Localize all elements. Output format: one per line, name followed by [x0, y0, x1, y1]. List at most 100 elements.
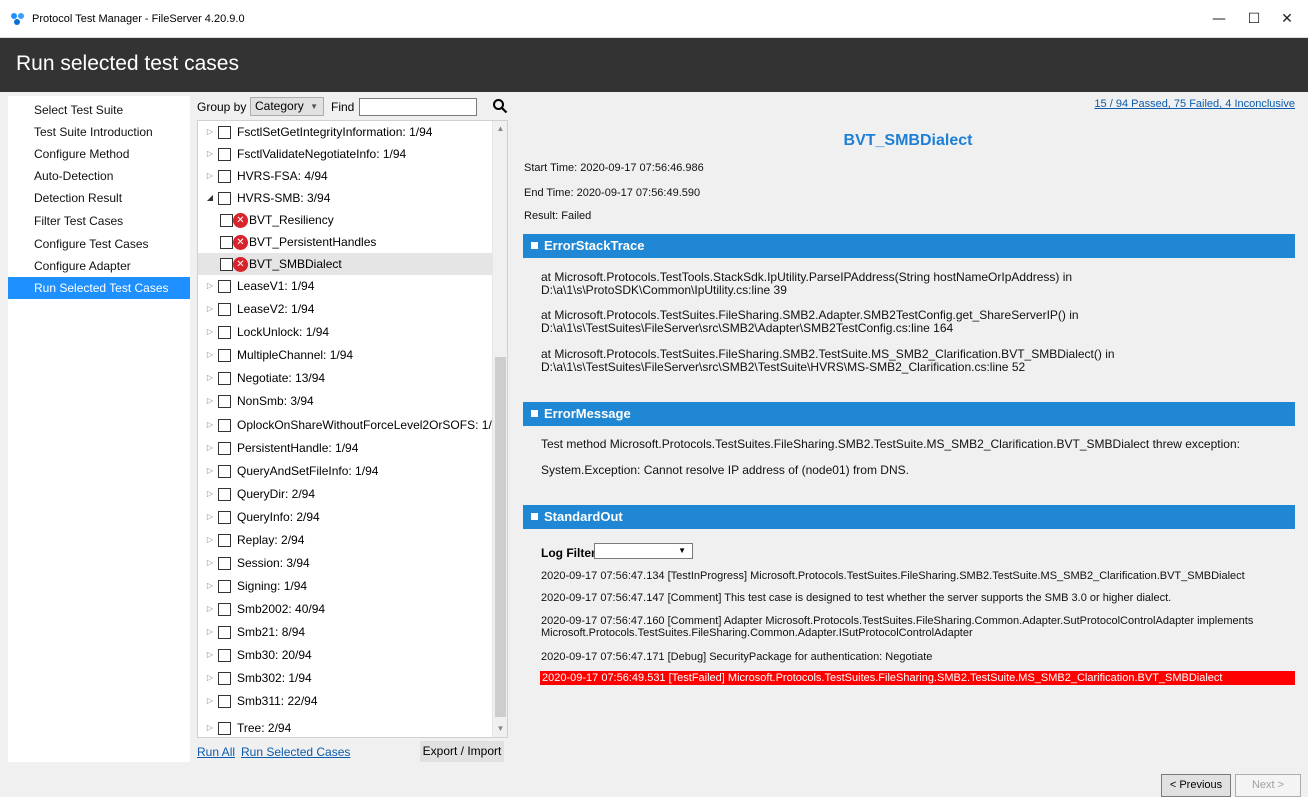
- expand-icon[interactable]: ▷: [205, 121, 215, 143]
- expand-icon[interactable]: ▷: [205, 165, 215, 187]
- checkbox[interactable]: [218, 465, 231, 478]
- tree-item[interactable]: ▷ PersistentHandle: 1/94: [198, 437, 493, 459]
- sidebar-item-auto-detection[interactable]: Auto-Detection: [8, 165, 190, 187]
- expand-icon[interactable]: ▷: [205, 483, 215, 505]
- expand-icon[interactable]: ▷: [205, 598, 215, 620]
- previous-button[interactable]: < Previous: [1161, 774, 1231, 797]
- checkbox[interactable]: [218, 511, 231, 524]
- tree-item-test-case[interactable]: ✕ BVT_PersistentHandles: [198, 231, 493, 253]
- export-import-button[interactable]: Export / Import: [420, 741, 504, 762]
- checkbox[interactable]: [218, 695, 231, 708]
- expand-icon[interactable]: ▷: [205, 575, 215, 597]
- expand-icon[interactable]: ▷: [205, 367, 215, 389]
- expand-icon[interactable]: ▷: [205, 390, 215, 412]
- run-all-link[interactable]: Run All: [197, 745, 235, 759]
- checkbox[interactable]: [220, 258, 233, 271]
- sidebar-item-detection-result[interactable]: Detection Result: [8, 187, 190, 209]
- tree-item[interactable]: ▷ LeaseV2: 1/94: [198, 298, 493, 320]
- tree-item[interactable]: ▷ QueryInfo: 2/94: [198, 506, 493, 528]
- checkbox[interactable]: [218, 126, 231, 139]
- tree-item[interactable]: ▷ NonSmb: 3/94: [198, 390, 493, 412]
- checkbox[interactable]: [218, 372, 231, 385]
- expand-icon[interactable]: ▷: [205, 344, 215, 366]
- checkbox[interactable]: [218, 170, 231, 183]
- checkbox[interactable]: [218, 419, 231, 432]
- next-button[interactable]: Next >: [1235, 774, 1301, 797]
- scroll-down-icon[interactable]: ▼: [493, 721, 507, 737]
- checkbox[interactable]: [218, 442, 231, 455]
- tree-item[interactable]: ▷ LockUnlock: 1/94: [198, 321, 493, 343]
- tree-item[interactable]: ▷ Signing: 1/94: [198, 575, 493, 597]
- section-standard-out[interactable]: StandardOut: [523, 505, 1295, 529]
- tree-item[interactable]: ▷ QueryAndSetFileInfo: 1/94: [198, 460, 493, 482]
- tree-item[interactable]: ▷ Smb2002: 40/94: [198, 598, 493, 620]
- expand-icon[interactable]: ▷: [205, 667, 215, 689]
- tree-item[interactable]: ▷ MultipleChannel: 1/94: [198, 344, 493, 366]
- tree-item[interactable]: ▷ Smb30: 20/94: [198, 644, 493, 666]
- checkbox[interactable]: [220, 236, 233, 249]
- tree-item[interactable]: ▷ Smb302: 1/94: [198, 667, 493, 689]
- result-summary-link[interactable]: 15 / 94 Passed, 75 Failed, 4 Inconclusiv…: [1094, 98, 1295, 110]
- expand-icon[interactable]: ▷: [205, 143, 215, 165]
- checkbox[interactable]: [218, 626, 231, 639]
- checkbox[interactable]: [220, 214, 233, 227]
- log-filter-select[interactable]: ▼: [594, 543, 693, 559]
- checkbox[interactable]: [218, 326, 231, 339]
- collapse-icon[interactable]: ◢: [205, 187, 215, 209]
- sidebar-item-test-suite-introduction[interactable]: Test Suite Introduction: [8, 121, 190, 143]
- run-selected-cases-link[interactable]: Run Selected Cases: [241, 745, 350, 759]
- tree-item[interactable]: ▷ Session: 3/94: [198, 552, 493, 574]
- checkbox[interactable]: [218, 557, 231, 570]
- sidebar-item-configure-test-cases[interactable]: Configure Test Cases: [8, 233, 190, 255]
- tree-item[interactable]: ◢ HVRS-SMB: 3/94: [198, 187, 493, 209]
- expand-icon[interactable]: ▷: [205, 414, 215, 436]
- expand-icon[interactable]: ▷: [205, 644, 215, 666]
- tree-item[interactable]: ▷ FsctlSetGetIntegrityInformation: 1/94: [198, 121, 493, 143]
- scrollbar-thumb[interactable]: [495, 357, 506, 717]
- find-input[interactable]: [359, 98, 477, 116]
- checkbox[interactable]: [218, 722, 231, 735]
- tree-item[interactable]: ▷ HVRS-FSA: 4/94: [198, 165, 493, 187]
- checkbox[interactable]: [218, 603, 231, 616]
- tree-item[interactable]: ▷ FsctlValidateNegotiateInfo: 1/94: [198, 143, 493, 165]
- tree-item[interactable]: ▷ Negotiate: 13/94: [198, 367, 493, 389]
- expand-icon[interactable]: ▷: [205, 506, 215, 528]
- expand-icon[interactable]: ▷: [205, 460, 215, 482]
- sidebar-item-select-test-suite[interactable]: Select Test Suite: [8, 99, 190, 121]
- tree-item[interactable]: ▷ QueryDir: 2/94: [198, 483, 493, 505]
- checkbox[interactable]: [218, 649, 231, 662]
- expand-icon[interactable]: ▷: [205, 690, 215, 712]
- expand-icon[interactable]: ▷: [205, 298, 215, 320]
- tree-item-test-case-selected[interactable]: ✕ BVT_SMBDialect: [198, 253, 493, 275]
- checkbox[interactable]: [218, 280, 231, 293]
- tree-item-test-case[interactable]: ✕ BVT_Resiliency: [198, 209, 493, 231]
- expand-icon[interactable]: ▷: [205, 321, 215, 343]
- expand-icon[interactable]: ▷: [205, 437, 215, 459]
- checkbox[interactable]: [218, 580, 231, 593]
- section-error-stack-trace[interactable]: ErrorStackTrace: [523, 234, 1295, 258]
- sidebar-item-configure-method[interactable]: Configure Method: [8, 143, 190, 165]
- expand-icon[interactable]: ▷: [205, 275, 215, 297]
- sidebar-item-run-selected-test-cases[interactable]: Run Selected Test Cases: [8, 277, 190, 299]
- checkbox[interactable]: [218, 148, 231, 161]
- tree-item[interactable]: ▷ Smb311: 22/94: [198, 690, 493, 712]
- checkbox[interactable]: [218, 349, 231, 362]
- tree-item[interactable]: ▷ Smb21: 8/94: [198, 621, 493, 643]
- tree-item[interactable]: ▷ LeaseV1: 1/94: [198, 275, 493, 297]
- expand-icon[interactable]: ▷: [205, 621, 215, 643]
- tree-scrollbar[interactable]: ▲ ▼: [492, 121, 507, 737]
- expand-icon[interactable]: ▷: [205, 717, 215, 737]
- tree-item[interactable]: ▷ Tree: 2/94: [198, 717, 493, 737]
- section-error-message[interactable]: ErrorMessage: [523, 402, 1295, 426]
- checkbox[interactable]: [218, 395, 231, 408]
- expand-icon[interactable]: ▷: [205, 552, 215, 574]
- group-by-select[interactable]: Category ▼: [250, 97, 324, 116]
- minimize-button[interactable]: —: [1204, 8, 1234, 30]
- expand-icon[interactable]: ▷: [205, 529, 215, 551]
- checkbox[interactable]: [218, 534, 231, 547]
- scroll-up-icon[interactable]: ▲: [493, 121, 507, 137]
- sidebar-item-configure-adapter[interactable]: Configure Adapter: [8, 255, 190, 277]
- checkbox[interactable]: [218, 488, 231, 501]
- checkbox[interactable]: [218, 192, 231, 205]
- maximize-button[interactable]: ☐: [1239, 8, 1269, 30]
